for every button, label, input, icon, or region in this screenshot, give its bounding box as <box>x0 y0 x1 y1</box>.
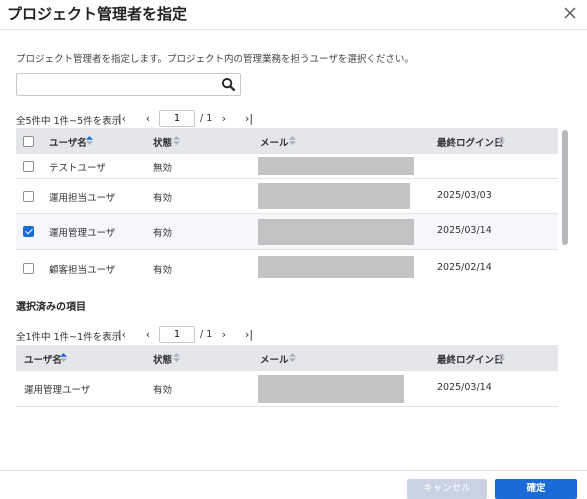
table-row[interactable]: 運用管理ユーザ 有効 2025/03/14 <box>16 371 558 407</box>
email-redacted <box>258 219 414 245</box>
selected-section-title: 選択済みの項目 <box>16 302 86 313</box>
column-header-last-login[interactable]: 最終ログイン日 <box>437 352 504 366</box>
sort-icon[interactable] <box>289 136 296 145</box>
sort-icon[interactable] <box>498 353 505 362</box>
table-row[interactable]: 運用担当ユーザ 有効 2025/03/03 <box>16 179 558 214</box>
table-header: ユーザ名 状態 メール 最終ログイン日 <box>16 345 558 371</box>
user-name: テストユーザ <box>49 163 106 174</box>
page-total: / 1 <box>200 329 213 340</box>
row-checkbox[interactable] <box>23 226 34 237</box>
row-checkbox[interactable] <box>23 161 34 172</box>
column-header-username[interactable]: ユーザ名 <box>49 135 87 149</box>
result-count: 全1件中 1件~1件を表示 <box>16 332 122 343</box>
table-row[interactable]: 運用管理ユーザ 有効 2025/03/14 <box>16 214 558 250</box>
column-header-status[interactable]: 状態 <box>153 352 172 366</box>
table-row[interactable]: テストユーザ 無効 <box>16 154 558 179</box>
email-redacted <box>258 183 410 209</box>
dialog-description: プロジェクト管理者を指定します。プロジェクト内の管理業務を担うユーザを選択くださ… <box>16 54 414 65</box>
sort-active-icon[interactable] <box>60 353 67 362</box>
dialog-title: プロジェクト管理者を指定 <box>7 5 188 23</box>
table-row[interactable]: 顧客担当ユーザ 有効 2025/02/14 <box>16 250 558 278</box>
last-login: 2025/03/03 <box>437 190 492 201</box>
sort-icon[interactable] <box>173 136 180 145</box>
dialog-footer: キャンセル 確定 <box>0 470 587 499</box>
last-page-icon[interactable]: ›| <box>242 110 256 128</box>
user-name: 運用管理ユーザ <box>24 385 91 396</box>
sort-icon[interactable] <box>498 136 505 145</box>
pager-top: 全5件中 1件~5件を表示 |‹ ‹ / 1 › ›| <box>16 110 276 128</box>
prev-page-icon[interactable]: ‹ <box>141 110 155 128</box>
column-header-last-login[interactable]: 最終ログイン日 <box>437 135 504 149</box>
dialog-header: プロジェクト管理者を指定 <box>0 0 587 30</box>
user-name: 顧客担当ユーザ <box>49 265 116 276</box>
last-login: 2025/02/14 <box>437 262 492 273</box>
email-redacted <box>258 157 414 175</box>
search-box <box>16 73 241 96</box>
column-header-status[interactable]: 状態 <box>153 135 172 149</box>
user-name: 運用管理ユーザ <box>49 228 116 239</box>
page-number-input[interactable] <box>159 326 195 343</box>
page-total: / 1 <box>200 113 213 124</box>
user-status: 有効 <box>153 193 173 204</box>
user-status: 無効 <box>153 163 173 174</box>
last-login: 2025/03/14 <box>437 382 492 393</box>
first-page-icon[interactable]: |‹ <box>115 326 129 344</box>
page-number-input[interactable] <box>159 110 195 127</box>
last-page-icon[interactable]: ›| <box>242 326 256 344</box>
user-table: ユーザ名 状態 メール 最終ログイン日 テストユーザ 無効 運用担当ユーザ 有効… <box>16 128 558 278</box>
last-login: 2025/03/14 <box>437 225 492 236</box>
result-count: 全5件中 1件~5件を表示 <box>16 116 122 127</box>
sort-icon[interactable] <box>173 353 180 362</box>
prev-page-icon[interactable]: ‹ <box>141 326 155 344</box>
search-icon[interactable] <box>221 77 236 92</box>
row-checkbox[interactable] <box>23 191 34 202</box>
table-header: ユーザ名 状態 メール 最終ログイン日 <box>16 128 558 154</box>
column-header-email[interactable]: メール <box>260 352 289 366</box>
first-page-icon[interactable]: |‹ <box>115 110 129 128</box>
next-page-icon[interactable]: › <box>217 326 231 344</box>
column-header-email[interactable]: メール <box>260 135 289 149</box>
user-status: 有効 <box>153 385 173 396</box>
row-checkbox[interactable] <box>23 263 34 274</box>
sort-icon[interactable] <box>289 353 296 362</box>
pager-bottom: 全1件中 1件~1件を表示 |‹ ‹ / 1 › ›| <box>16 326 276 344</box>
selected-table: ユーザ名 状態 メール 最終ログイン日 運用管理ユーザ 有効 2025/03/1… <box>16 345 558 407</box>
user-status: 有効 <box>153 265 173 276</box>
sort-active-icon[interactable] <box>86 136 93 145</box>
user-name: 運用担当ユーザ <box>49 193 116 204</box>
table-scrollbar[interactable] <box>561 128 569 278</box>
email-redacted <box>258 256 414 278</box>
search-input[interactable] <box>21 76 211 93</box>
email-redacted <box>258 375 404 403</box>
confirm-button[interactable]: 確定 <box>495 479 577 499</box>
cancel-button[interactable]: キャンセル <box>407 479 487 499</box>
column-header-username[interactable]: ユーザ名 <box>24 352 62 366</box>
scrollbar-thumb[interactable] <box>562 130 568 245</box>
next-page-icon[interactable]: › <box>217 110 231 128</box>
user-status: 有効 <box>153 228 173 239</box>
close-icon[interactable] <box>562 5 578 21</box>
select-all-checkbox[interactable] <box>23 136 34 147</box>
